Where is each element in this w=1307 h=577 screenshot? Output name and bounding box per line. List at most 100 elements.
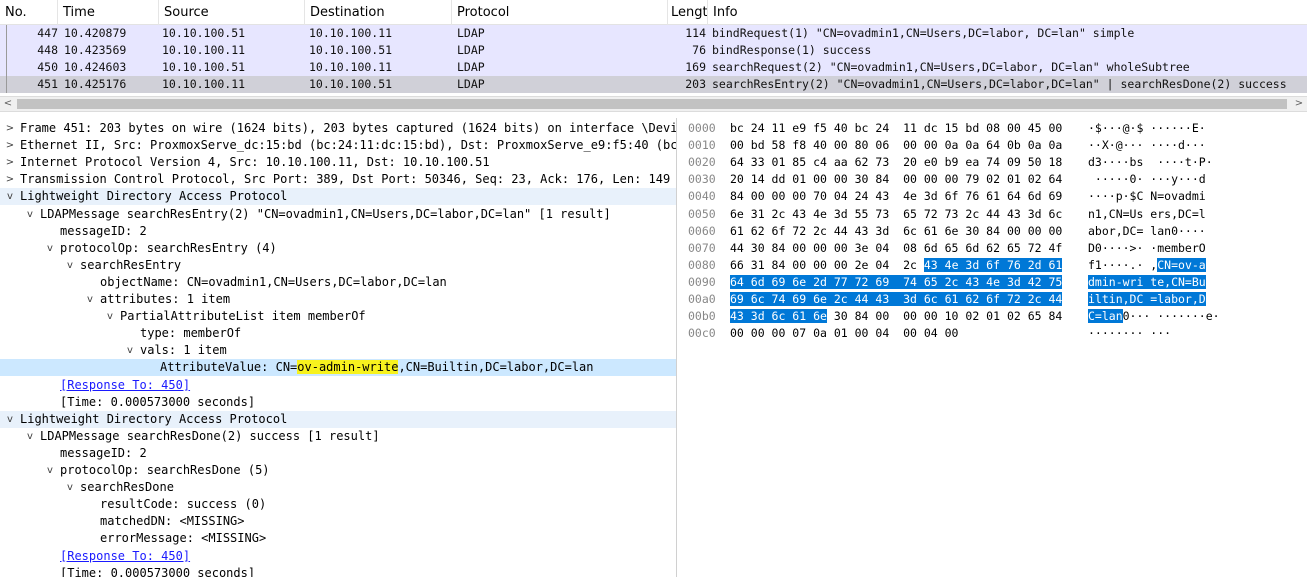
bytes-row[interactable]: 0050 6e 31 2c 43 4e 3d 55 73 65 72 73 2c … — [684, 206, 1307, 223]
tree-item[interactable]: > Ethernet II, Src: ProxmoxServe_dc:15:bd… — [0, 137, 676, 154]
response-to-link[interactable]: [Response To: 450] — [60, 548, 190, 565]
column-header-length[interactable]: Lengtl — [668, 0, 708, 25]
collapsed-chevron-icon[interactable]: > — [4, 154, 16, 171]
tree-item[interactable]: [Time: 0.000573000 seconds] — [0, 394, 676, 411]
ascii-bytes: ··X·@··· ····d··· — [1088, 137, 1206, 154]
bytes-row[interactable]: 0020 64 33 01 85 c4 aa 62 73 20 e0 b9 ea … — [684, 154, 1307, 171]
bytes-row[interactable]: 00c0 00 00 00 07 0a 01 00 04 00 04 00 ····… — [684, 325, 1307, 342]
selected-ascii-segment: dmin-wri te,CN=Bu — [1088, 275, 1206, 289]
related-packet-line-icon — [6, 76, 7, 93]
tree-item[interactable]: v vals: 1 item — [0, 342, 676, 359]
packet-row[interactable]: 450 10.424603 10.10.100.51 10.10.100.11 LDAP… — [0, 59, 1307, 76]
expanded-chevron-icon[interactable]: v — [64, 479, 76, 496]
tree-item[interactable]: [Response To: 450] — [0, 548, 676, 565]
packet-length: 76 — [692, 43, 706, 57]
vertical-pane-splitter[interactable] — [676, 118, 684, 577]
packet-row[interactable]: 451 10.425176 10.10.100.11 10.10.100.51 LDAP… — [0, 76, 1307, 93]
bytes-row[interactable]: 0070 44 30 84 00 00 00 3e 04 08 6d 65 6d … — [684, 240, 1307, 257]
expanded-chevron-icon[interactable]: v — [4, 411, 16, 428]
ascii-bytes: ····p·$C N=ovadmi — [1088, 188, 1206, 205]
expanded-chevron-icon[interactable]: v — [44, 240, 56, 257]
column-header-info[interactable]: Info — [708, 0, 1307, 25]
tree-item[interactable]: v searchResDone — [0, 479, 676, 496]
ascii-bytes: iltin,DC =labor,D — [1088, 291, 1206, 308]
tree-item[interactable]: v protocolOp: searchResDone (5) — [0, 462, 676, 479]
scrollbar-thumb[interactable] — [17, 99, 1287, 109]
column-header-protocol[interactable]: Protocol — [452, 0, 668, 25]
byte-offset: 0060 — [688, 224, 716, 238]
bytes-row[interactable]: 00b0 43 3d 6c 61 6e 30 84 00 00 00 10 02 … — [684, 308, 1307, 325]
bytes-row[interactable]: 0090 64 6d 69 6e 2d 77 72 69 74 65 2c 43 … — [684, 274, 1307, 291]
collapsed-chevron-icon[interactable]: > — [4, 120, 16, 137]
expanded-chevron-icon[interactable]: v — [104, 308, 116, 325]
tree-item[interactable]: v protocolOp: searchResEntry (4) — [0, 240, 676, 257]
byte-offset: 0020 — [688, 155, 716, 169]
tree-item[interactable]: objectName: CN=ovadmin1,CN=Users,DC=labo… — [0, 274, 676, 291]
tree-item[interactable]: v PartialAttributeList item memberOf — [0, 308, 676, 325]
packet-row[interactable]: 447 10.420879 10.10.100.51 10.10.100.11 LDAP… — [0, 25, 1307, 42]
tree-item[interactable]: > Frame 451: 203 bytes on wire (1624 bits… — [0, 120, 676, 137]
tree-item[interactable]: > Internet Protocol Version 4, Src: 10.10… — [0, 154, 676, 171]
tree-item-label: messageID: 2 — [60, 224, 147, 238]
bytes-row[interactable]: 0080 66 31 84 00 00 00 2e 04 2c 43 4e 3d … — [684, 257, 1307, 274]
bytes-row[interactable]: 0030 20 14 dd 01 00 00 30 84 00 00 00 79 … — [684, 171, 1307, 188]
bytes-row[interactable]: 00a0 69 6c 74 69 6e 2c 44 43 3d 6c 61 62 … — [684, 291, 1307, 308]
packet-length: 169 — [685, 60, 706, 74]
collapsed-chevron-icon[interactable]: > — [4, 137, 16, 154]
tree-item-label: errorMessage: <MISSING> — [100, 531, 267, 545]
tree-item-label: searchResDone — [80, 480, 174, 494]
tree-item[interactable]: v Lightweight Directory Access Protocol — [0, 411, 676, 428]
packet-info: searchResEntry(2) "CN=ovadmin1,CN=Users,… — [712, 77, 1287, 91]
expanded-chevron-icon[interactable]: v — [24, 206, 36, 223]
expanded-chevron-icon[interactable]: v — [44, 462, 56, 479]
tree-item[interactable]: AttributeValue: CN=ov-admin-write,CN=Bui… — [0, 359, 676, 376]
packet-protocol: LDAP — [457, 77, 485, 91]
column-header-destination[interactable]: Destination — [305, 0, 452, 25]
tree-item-label: [Time: 0.000573000 seconds] — [60, 395, 256, 409]
packet-info: searchRequest(2) "CN=ovadmin1,CN=Users,D… — [712, 60, 1190, 74]
packet-destination: 10.10.100.11 — [309, 26, 393, 40]
bytes-row[interactable]: 0000 bc 24 11 e9 f5 40 bc 24 11 dc 15 bd … — [684, 120, 1307, 137]
response-to-link[interactable]: [Response To: 450] — [60, 377, 190, 394]
tree-item-label: protocolOp: searchResDone (5) — [60, 463, 270, 477]
packet-row[interactable]: 448 10.423569 10.10.100.11 10.10.100.51 LDAP… — [0, 42, 1307, 59]
bytes-row[interactable]: 0060 61 62 6f 72 2c 44 43 3d 6c 61 6e 30 … — [684, 223, 1307, 240]
column-header-no[interactable]: No. — [0, 0, 58, 25]
collapsed-chevron-icon[interactable]: > — [4, 171, 16, 188]
tree-item[interactable]: matchedDN: <MISSING> — [0, 513, 676, 530]
tree-item[interactable]: v attributes: 1 item — [0, 291, 676, 308]
tree-item-label: type: memberOf — [140, 326, 242, 340]
tree-item[interactable]: messageID: 2 — [0, 445, 676, 462]
tree-item[interactable]: v LDAPMessage searchResDone(2) success [1… — [0, 428, 676, 445]
expanded-chevron-icon[interactable]: v — [84, 291, 96, 308]
packet-source: 10.10.100.51 — [162, 26, 246, 40]
bytes-row[interactable]: 0010 00 bd 58 f8 40 00 80 06 00 00 0a 0a … — [684, 137, 1307, 154]
tree-item[interactable]: v searchResEntry — [0, 257, 676, 274]
tree-item[interactable]: errorMessage: <MISSING> — [0, 530, 676, 547]
tree-item[interactable]: type: memberOf — [0, 325, 676, 342]
packet-destination: 10.10.100.51 — [309, 43, 393, 57]
tree-item[interactable]: v Lightweight Directory Access Protocol — [0, 188, 676, 205]
hex-bytes: 64 33 01 85 c4 aa 62 73 20 e0 b9 ea 74 0… — [730, 154, 1062, 171]
packet-list-horizontal-scrollbar[interactable]: < > — [0, 96, 1307, 112]
tree-item[interactable]: resultCode: success (0) — [0, 496, 676, 513]
ascii-segment: ·····0· ···y···d — [1088, 172, 1206, 186]
tree-item[interactable]: v LDAPMessage searchResEntry(2) "CN=ovadm… — [0, 206, 676, 223]
bytes-row[interactable]: 0040 84 00 00 00 70 04 24 43 4e 3d 6f 76 … — [684, 188, 1307, 205]
tree-item[interactable]: [Time: 0.000573000 seconds] — [0, 565, 676, 577]
tree-item[interactable]: [Response To: 450] — [0, 377, 676, 394]
hex-bytes: 44 30 84 00 00 00 3e 04 08 6d 65 6d 62 6… — [730, 240, 1062, 257]
expanded-chevron-icon[interactable]: v — [4, 188, 16, 205]
column-header-time[interactable]: Time — [58, 0, 159, 25]
tree-item[interactable]: > Transmission Control Protocol, Src Port… — [0, 171, 676, 188]
scroll-right-arrow-icon[interactable]: > — [1291, 97, 1307, 111]
tree-item[interactable]: messageID: 2 — [0, 223, 676, 240]
tree-item-label: Transmission Control Protocol, Src Port:… — [20, 172, 671, 186]
scroll-left-arrow-icon[interactable]: < — [0, 97, 16, 111]
expanded-chevron-icon[interactable]: v — [64, 257, 76, 274]
expanded-chevron-icon[interactable]: v — [124, 342, 136, 359]
column-header-source[interactable]: Source — [159, 0, 305, 25]
packet-protocol: LDAP — [457, 60, 485, 74]
expanded-chevron-icon[interactable]: v — [24, 428, 36, 445]
hex-bytes: 20 14 dd 01 00 00 30 84 00 00 00 79 02 0… — [730, 171, 1062, 188]
